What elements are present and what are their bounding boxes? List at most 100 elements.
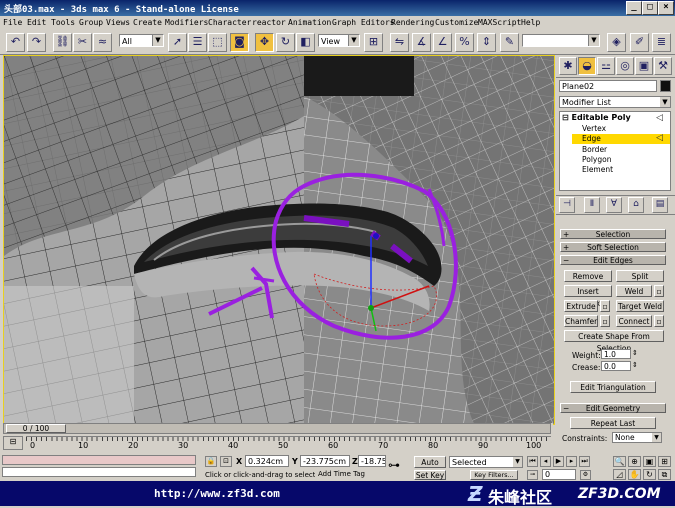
select-object-icon[interactable]: ➚	[168, 33, 187, 52]
menu-tools[interactable]: Tools	[51, 18, 75, 27]
minimize-button[interactable]: _	[626, 1, 642, 15]
lock-selection-icon[interactable]: 🔒	[205, 456, 217, 467]
make-unique-icon[interactable]: ∀	[606, 197, 622, 213]
motion-tab-icon[interactable]: ◎	[616, 57, 634, 75]
perspective-viewport[interactable]	[3, 55, 555, 425]
target-weld-button[interactable]: Target Weld	[616, 300, 664, 312]
stack-item-polygon[interactable]: Polygon	[582, 155, 611, 164]
key-filters-button[interactable]: Key Filters...	[470, 470, 518, 480]
rollout-soft-selection[interactable]: + Soft Selection	[560, 242, 666, 252]
key-mode-toggle-icon[interactable]: ⊸	[527, 470, 538, 480]
undo-icon[interactable]: ↶	[6, 33, 25, 52]
remove-modifier-icon[interactable]: ⌂	[628, 197, 644, 213]
remove-button[interactable]: Remove	[564, 270, 612, 282]
set-key-button[interactable]: Set Key	[414, 470, 446, 480]
stack-item-vertex[interactable]: Vertex	[582, 124, 606, 133]
weld-button[interactable]: Weld	[616, 285, 652, 297]
mirror-selected-icon[interactable]: ◈	[607, 33, 626, 52]
rollout-selection[interactable]: + Selection	[560, 229, 666, 239]
repeat-last-button[interactable]: Repeat Last	[570, 417, 656, 429]
configure-sets-icon[interactable]: ▤	[652, 197, 668, 213]
unlink-icon[interactable]: ✂	[73, 33, 92, 52]
redo-icon[interactable]: ↷	[27, 33, 46, 52]
hierarchy-tab-icon[interactable]: ⚍	[597, 57, 615, 75]
modify-tab-icon[interactable]: ◒	[578, 57, 596, 75]
stack-item-element[interactable]: Element	[582, 165, 613, 174]
add-time-tag-button[interactable]: Add Time Tag	[318, 469, 378, 480]
maxscript-listener-mini[interactable]	[2, 455, 196, 465]
zoom-icon[interactable]: 🔍	[613, 456, 626, 467]
time-slider-track[interactable]: 0 / 100	[3, 423, 551, 434]
select-and-move-icon[interactable]: ✥	[255, 33, 274, 52]
window-crossing-icon[interactable]: ◙	[230, 33, 249, 52]
edit-triangulation-button[interactable]: Edit Triangulation	[570, 381, 656, 393]
absolute-mode-icon[interactable]: ⊡	[220, 456, 232, 467]
menu-create[interactable]: Create	[133, 18, 162, 27]
mirror-icon[interactable]: ⇋	[390, 33, 409, 52]
menu-reactor[interactable]: reactor	[252, 18, 286, 27]
menu-animation[interactable]: Animation	[288, 18, 331, 27]
stack-root-editable-poly[interactable]: ⊟ Editable Poly	[562, 113, 631, 122]
select-and-scale-icon[interactable]: ◧	[296, 33, 315, 52]
mini-curve-icon[interactable]: ⊟	[3, 436, 23, 450]
spinner-arrows-icon[interactable]: ⇕	[632, 361, 638, 369]
rollout-edit-edges[interactable]: − Edit Edges	[560, 255, 666, 265]
maximize-button[interactable]: □	[642, 1, 658, 15]
maxscript-input[interactable]	[2, 467, 196, 477]
time-configuration-icon[interactable]: ⚙	[580, 470, 591, 480]
pan-icon[interactable]: ✋	[628, 469, 641, 480]
spinner-arrows-icon[interactable]: ⇕	[632, 349, 638, 357]
select-by-name-icon[interactable]: ☰	[188, 33, 207, 52]
zoom-extents-all-icon[interactable]: ⊞	[658, 456, 671, 467]
named-selection-sets-dropdown[interactable]: ▼	[522, 34, 600, 47]
named-selection-icon[interactable]: ✎	[500, 33, 519, 52]
menu-customize[interactable]: Customize	[435, 18, 478, 27]
pin-stack-icon[interactable]: ⊣	[559, 197, 575, 213]
go-to-end-icon[interactable]: ⏭	[579, 456, 590, 467]
y-coordinate-field[interactable]: -23.775cm	[300, 455, 350, 467]
select-and-rotate-icon[interactable]: ↻	[276, 33, 295, 52]
menu-file[interactable]: File	[3, 18, 22, 27]
layer-manager-icon[interactable]: ≣	[652, 33, 671, 52]
maximize-viewport-icon[interactable]: ⧉	[658, 469, 671, 480]
menu-modifiers[interactable]: Modifiers	[165, 18, 208, 27]
close-button[interactable]: ×	[658, 1, 674, 15]
previous-frame-icon[interactable]: ◂	[540, 456, 551, 467]
create-shape-button[interactable]: Create Shape From Selection	[564, 330, 664, 353]
menu-character[interactable]: Character	[208, 18, 251, 27]
go-to-start-icon[interactable]: ⏮	[527, 456, 538, 467]
angle-snap-icon[interactable]: ∠	[433, 33, 452, 52]
z-coordinate-field[interactable]: -18.752c	[358, 455, 386, 467]
split-button[interactable]: Split	[616, 270, 664, 282]
time-slider-thumb[interactable]: 0 / 100	[6, 424, 66, 433]
object-name-field[interactable]: Plane02	[559, 80, 657, 92]
pivot-center-icon[interactable]: ⊞	[364, 33, 383, 52]
auto-key-button[interactable]: Auto Key	[414, 456, 446, 479]
menu-maxscript[interactable]: MAXScript	[478, 18, 521, 27]
display-tab-icon[interactable]: ▣	[635, 57, 653, 75]
menu-edit[interactable]: Edit	[27, 18, 46, 27]
reference-coordinate-dropdown[interactable]: View ▼	[318, 34, 360, 47]
extrude-settings-icon[interactable]: ▫	[600, 300, 610, 312]
menu-help[interactable]: Help	[521, 18, 540, 27]
zoom-all-icon[interactable]: ⊕	[628, 456, 641, 467]
object-color-swatch[interactable]	[660, 80, 671, 92]
connect-button[interactable]: Connect	[616, 315, 652, 327]
stack-item-border[interactable]: Border	[582, 145, 607, 154]
utilities-tab-icon[interactable]: ⚒	[654, 57, 672, 75]
chamfer-settings-icon[interactable]: ▫	[600, 315, 610, 327]
selection-filter-dropdown[interactable]: All ▼	[119, 34, 164, 47]
key-mode-dropdown[interactable]: Selected ▼	[449, 456, 523, 468]
field-of-view-icon[interactable]: ◿	[613, 469, 626, 480]
menu-graph-editors[interactable]: Graph Editors	[332, 18, 395, 27]
extrude-button[interactable]: Extrude	[564, 300, 598, 312]
weight-spinner[interactable]: 1.0	[601, 349, 631, 359]
create-tab-icon[interactable]: ✱	[559, 57, 577, 75]
bind-space-warp-icon[interactable]: ≈	[93, 33, 112, 52]
current-frame-field[interactable]: 0	[542, 469, 576, 480]
weld-settings-icon[interactable]: ▫	[654, 285, 664, 297]
play-icon[interactable]: ▶	[553, 456, 564, 467]
select-and-link-icon[interactable]: ⛓	[53, 33, 72, 52]
spinner-snap-icon[interactable]: ⇕	[477, 33, 496, 52]
menu-views[interactable]: Views	[106, 18, 130, 27]
